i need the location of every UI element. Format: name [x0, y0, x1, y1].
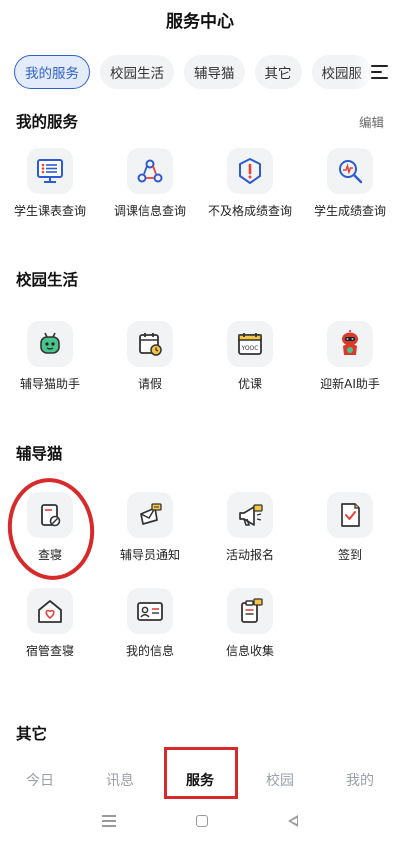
- yooc-icon: YOOC: [227, 321, 273, 367]
- section-title: 其它: [16, 725, 48, 743]
- service-label: 请假: [137, 377, 162, 391]
- header: 服务中心: [0, 0, 400, 38]
- grade-search-icon: [327, 148, 373, 194]
- section-title: 我的服务: [16, 113, 79, 131]
- nav-campus[interactable]: 校园: [240, 770, 320, 790]
- nav-services[interactable]: 服务: [160, 770, 240, 790]
- tab-my-services[interactable]: 我的服务: [14, 55, 90, 89]
- bottom-nav: 今日 讯息 服务 校园 我的: [0, 757, 400, 803]
- checkin-icon: [327, 492, 373, 538]
- service-robot-assistant[interactable]: 辅导猫助手: [0, 321, 100, 392]
- service-dorm-manager-check[interactable]: 宿管查寝: [0, 588, 100, 659]
- course-adjust-icon: [127, 148, 173, 194]
- service-label: 信息收集: [225, 644, 274, 658]
- notice-icon: [127, 492, 173, 538]
- service-grade-search[interactable]: 学生成绩查询: [300, 148, 400, 219]
- nav-messages[interactable]: 讯息: [80, 770, 160, 790]
- menu-icon[interactable]: [371, 65, 388, 79]
- section-fudaomao: 辅导猫 查寝 辅导员通知 活动报名 签到 宿管查寝 我的信息 信息收集: [0, 442, 400, 659]
- service-label: 宿管查寝: [25, 644, 74, 658]
- service-my-info[interactable]: 我的信息: [100, 588, 200, 659]
- yooc-text: YOOC: [241, 345, 259, 352]
- service-label: 辅导猫助手: [19, 377, 80, 391]
- service-label: 查寝: [37, 548, 62, 562]
- section-other: 其它: [0, 722, 400, 744]
- service-label: 学生课表查询: [13, 204, 86, 218]
- section-campus-life: 校园生活 辅导猫助手 请假 YOOC 优课 迎新AI助手: [0, 268, 400, 392]
- service-ai-assistant[interactable]: 迎新AI助手: [300, 321, 400, 392]
- service-label: 学生成绩查询: [313, 204, 386, 218]
- service-leave[interactable]: 请假: [100, 321, 200, 392]
- tabs-menu-area: [354, 50, 400, 94]
- clipboard-icon: [227, 588, 273, 634]
- service-yooc[interactable]: YOOC 优课: [200, 321, 300, 392]
- calendar-clock-icon: [127, 321, 173, 367]
- ai-assistant-icon: [327, 321, 373, 367]
- service-checkin[interactable]: 签到: [300, 492, 400, 563]
- tab-campus-life[interactable]: 校园生活: [100, 55, 174, 89]
- system-nav-bar: [0, 806, 400, 836]
- tab-fudaomao[interactable]: 辅导猫: [184, 55, 245, 89]
- service-label: 辅导员通知: [119, 548, 180, 562]
- service-label: 优课: [237, 377, 262, 391]
- service-label: 签到: [337, 548, 362, 562]
- section-my-services: 我的服务 编辑 学生课表查询 调课信息查询 不及格成绩查询 学生成绩查询: [0, 110, 400, 219]
- service-timetable[interactable]: 学生课表查询: [0, 148, 100, 219]
- service-course-adjust[interactable]: 调课信息查询: [100, 148, 200, 219]
- service-label: 迎新AI助手: [320, 377, 380, 391]
- recent-apps-icon[interactable]: [102, 815, 116, 827]
- timetable-icon: [27, 148, 73, 194]
- service-label: 调课信息查询: [113, 204, 186, 218]
- home-icon[interactable]: [196, 815, 208, 827]
- nav-me[interactable]: 我的: [320, 770, 400, 790]
- service-activity-signup[interactable]: 活动报名: [200, 492, 300, 563]
- id-card-icon: [127, 588, 173, 634]
- tab-other[interactable]: 其它: [254, 55, 302, 89]
- alert-icon: [227, 148, 273, 194]
- dorm-check-icon: [27, 492, 73, 538]
- section-title: 校园生活: [16, 271, 79, 289]
- service-label: 不及格成绩查询: [208, 204, 293, 218]
- service-dorm-check[interactable]: 查寝: [0, 492, 100, 563]
- service-counselor-notice[interactable]: 辅导员通知: [100, 492, 200, 563]
- section-title: 辅导猫: [16, 445, 63, 463]
- edit-button[interactable]: 编辑: [359, 112, 384, 131]
- nav-today[interactable]: 今日: [0, 770, 80, 790]
- back-icon[interactable]: [288, 815, 298, 827]
- category-tabs: 我的服务 校园生活 辅导猫 其它 校园服: [0, 50, 400, 94]
- megaphone-icon: [227, 492, 273, 538]
- service-label: 我的信息: [125, 644, 174, 658]
- service-label: 活动报名: [225, 548, 274, 562]
- page-title: 服务中心: [166, 11, 234, 32]
- house-heart-icon: [27, 588, 73, 634]
- service-info-collection[interactable]: 信息收集: [200, 588, 300, 659]
- service-failed-grades[interactable]: 不及格成绩查询: [200, 148, 300, 219]
- robot-icon: [27, 321, 73, 367]
